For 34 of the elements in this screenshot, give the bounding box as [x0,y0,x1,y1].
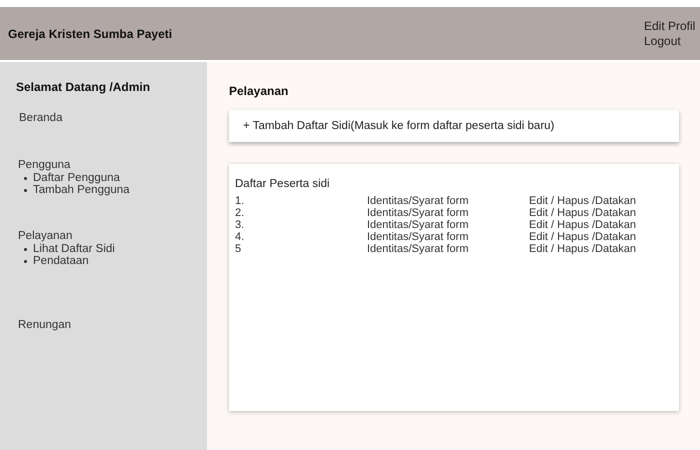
form-link[interactable]: Identitas/Syarat form [367,219,529,231]
row-actions[interactable]: Edit / Hapus /Datakan [529,219,636,231]
row-actions[interactable]: Edit / Hapus /Datakan [529,231,636,243]
sidebar-subitem[interactable]: Daftar Pengguna [33,172,120,184]
sidebar-item[interactable]: Renungan [18,319,207,332]
row-actions[interactable]: Edit / Hapus /Datakan [529,207,636,219]
sidebar-item[interactable]: Beranda [19,112,207,125]
header-link[interactable]: Logout [644,34,681,48]
row-number: 4. [235,231,246,243]
row-number: 5 [235,243,242,255]
sidebar-item[interactable]: Pengguna [18,159,207,172]
site-title: Gereja Kristen Sumba Payeti [8,26,172,40]
bullet-icon [24,176,27,180]
section-title: Pelayanan [229,84,290,98]
sidebar-subitem[interactable]: Pendataan [33,255,89,267]
list-title: Daftar Peserta sidi [235,178,331,190]
sidebar-subitem[interactable]: Lihat Daftar Sidi [33,243,115,255]
row-actions[interactable]: Edit / Hapus /Datakan [529,243,636,255]
bullet-icon [24,260,27,262]
sidebar-item[interactable]: Pelayanan [18,230,207,243]
form-link[interactable]: Identitas/Syarat form [367,231,529,243]
row-number: 1. [235,195,246,207]
form-link[interactable]: Identitas/Syarat form [367,207,529,219]
sidebar-subitem[interactable]: Tambah Pengguna [33,184,130,196]
add-button[interactable]: + Tambah Daftar Sidi(Masuk ke form daftar peserta sidi baru) [229,110,679,142]
header-link[interactable]: Edit Profil [644,18,696,34]
form-link[interactable]: Identitas/Syarat form [367,243,529,255]
bullet-icon [24,188,27,192]
row-number: 3. [235,219,246,231]
row-actions[interactable]: Edit / Hapus /Datakan [529,195,636,207]
form-link[interactable]: Identitas/Syarat form [367,195,529,207]
welcome-text: Selamat Datang /Admin [16,80,152,94]
row-number: 2. [235,207,246,219]
bullet-icon [24,248,27,250]
